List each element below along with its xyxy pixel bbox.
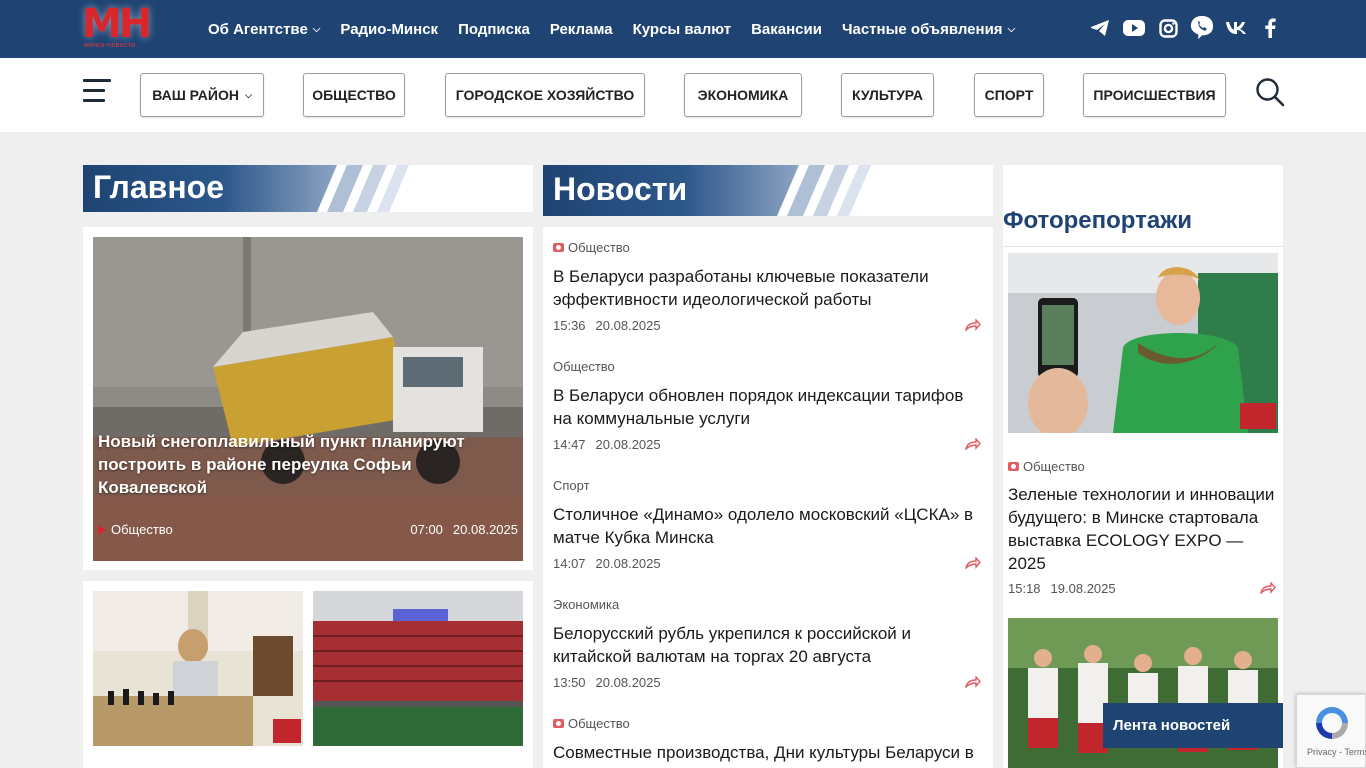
category-society[interactable]: Общество: [303, 73, 405, 117]
chevron-down-icon: ⌵: [312, 23, 321, 35]
news-title[interactable]: Белорусский рубль укрепился к российской…: [553, 622, 983, 668]
news-item[interactable]: Спорт Столичное «Динамо» одолело московс…: [553, 477, 983, 572]
top-nav-about[interactable]: Об Агентстве ⌵: [208, 21, 320, 38]
news-feed: Общество В Беларуси разработаны ключевые…: [543, 227, 993, 768]
chevron-down-icon: ⌵: [1007, 23, 1016, 35]
social-links: [1088, 13, 1292, 43]
telegram-icon[interactable]: [1088, 13, 1112, 43]
news-rubric[interactable]: Общество: [553, 715, 983, 731]
category-sport[interactable]: Спорт: [974, 73, 1044, 117]
recaptcha-links[interactable]: Privacy - Terms: [1307, 747, 1366, 757]
main-story-rubric[interactable]: Общество: [98, 522, 173, 537]
photo-report-image[interactable]: [1008, 253, 1278, 433]
news-meta: 14:47 20.08.2025: [553, 437, 983, 453]
news-meta: 14:07 20.08.2025: [553, 556, 983, 572]
section-main-title: Главное: [93, 169, 225, 205]
menu-hamburger-icon[interactable]: [83, 79, 111, 105]
main-story-image[interactable]: [93, 237, 523, 561]
recaptcha-icon: [1316, 707, 1348, 739]
section-photo-title[interactable]: Фоторепортажи: [1003, 207, 1192, 235]
news-rubric[interactable]: Общество: [553, 358, 983, 374]
category-city-economy[interactable]: Городское хозяйство: [445, 73, 645, 117]
secondary-stories: [83, 581, 533, 768]
category-culture[interactable]: Культура: [841, 73, 934, 117]
top-nav-classifieds[interactable]: Частные объявления ⌵: [842, 21, 1015, 38]
top-nav-advertising[interactable]: Реклама: [550, 21, 613, 38]
news-meta: 13:50 20.08.2025: [553, 675, 983, 691]
news-rubric[interactable]: Спорт: [553, 477, 983, 493]
share-icon[interactable]: [965, 557, 981, 569]
share-icon[interactable]: [965, 438, 981, 450]
category-economy[interactable]: Экономика: [684, 73, 802, 117]
top-nav-radio[interactable]: Радио-Минск: [340, 21, 438, 38]
story-thumbnail-chess[interactable]: [93, 591, 303, 746]
share-icon[interactable]: [965, 319, 981, 331]
viber-icon[interactable]: [1190, 13, 1214, 43]
news-item[interactable]: Общество В Беларуси разработаны ключевые…: [553, 239, 983, 334]
news-rubric[interactable]: Общество: [553, 239, 983, 255]
news-title[interactable]: Столичное «Динамо» одолело московский «Ц…: [553, 503, 983, 549]
top-nav-vacancies[interactable]: Вакансии: [751, 21, 822, 38]
site-logo[interactable]: МН минск-новости: [78, 1, 166, 53]
recaptcha-badge[interactable]: Privacy - Terms: [1296, 694, 1366, 768]
category-incidents[interactable]: Происшествия: [1083, 73, 1226, 117]
camera-icon: [553, 718, 564, 728]
photo-report-meta: 15:18 19.08.2025: [1008, 581, 1278, 597]
logo-mark: МН: [82, 1, 152, 47]
photo-reports: Фоторепортажи Общество Зеленые технологи…: [1003, 165, 1283, 768]
news-title[interactable]: Совместные производства, Дни культуры Бе…: [553, 741, 983, 764]
top-nav-subscription[interactable]: Подписка: [458, 21, 530, 38]
main-story-title[interactable]: Новый снегоплавильный пункт планируют по…: [98, 430, 498, 499]
section-main-header: Главное: [83, 165, 533, 212]
photo-report-title[interactable]: Зеленые технологии и инновации будущего:…: [1008, 483, 1276, 575]
news-rubric[interactable]: Экономика: [553, 596, 983, 612]
share-icon[interactable]: [965, 676, 981, 688]
story-thumbnail-stadium[interactable]: [313, 591, 523, 746]
camera-icon: [553, 242, 564, 252]
main-story-timestamp: 07:00 20.08.2025: [410, 522, 518, 537]
news-item[interactable]: Экономика Белорусский рубль укрепился к …: [553, 596, 983, 691]
instagram-icon[interactable]: [1156, 13, 1180, 43]
news-feed-button[interactable]: Лента новостей: [1103, 703, 1283, 748]
category-navigation: Ваш район ⌵ Общество Городское хозяйство …: [0, 58, 1366, 132]
news-title[interactable]: В Беларуси обновлен порядок индексации т…: [553, 384, 983, 430]
chevron-down-icon: ⌵: [244, 89, 252, 100]
section-news-title: Новости: [553, 171, 688, 207]
play-triangle-icon: [98, 524, 106, 535]
news-item[interactable]: Общество Совместные производства, Дни ку…: [553, 715, 983, 764]
news-title[interactable]: В Беларуси разработаны ключевые показате…: [553, 265, 983, 311]
photo-report-rubric[interactable]: Общество: [1008, 459, 1085, 474]
share-icon[interactable]: [1260, 582, 1276, 594]
facebook-icon[interactable]: [1258, 13, 1282, 43]
main-story-card[interactable]: Новый снегоплавильный пункт планируют по…: [83, 227, 533, 570]
category-your-district[interactable]: Ваш район ⌵: [140, 73, 264, 117]
news-meta: 15:36 20.08.2025: [553, 318, 983, 334]
photo-report-card[interactable]: Общество Зеленые технологии и инновации …: [1003, 246, 1283, 606]
logo-subtitle: минск-новости: [84, 42, 136, 49]
top-navigation: Об Агентстве ⌵ Радио-Минск Подписка Рекла…: [208, 0, 1035, 58]
camera-icon: [1008, 462, 1019, 471]
top-bar: МН минск-новости Об Агентстве ⌵ Радио-Мин…: [0, 0, 1366, 58]
vk-icon[interactable]: [1224, 13, 1248, 43]
section-news-header: Новости: [543, 165, 993, 216]
search-icon[interactable]: [1255, 77, 1285, 107]
top-nav-exchange-rates[interactable]: Курсы валют: [633, 21, 731, 38]
news-item[interactable]: Общество В Беларуси обновлен порядок инд…: [553, 358, 983, 453]
youtube-icon[interactable]: [1122, 13, 1146, 43]
